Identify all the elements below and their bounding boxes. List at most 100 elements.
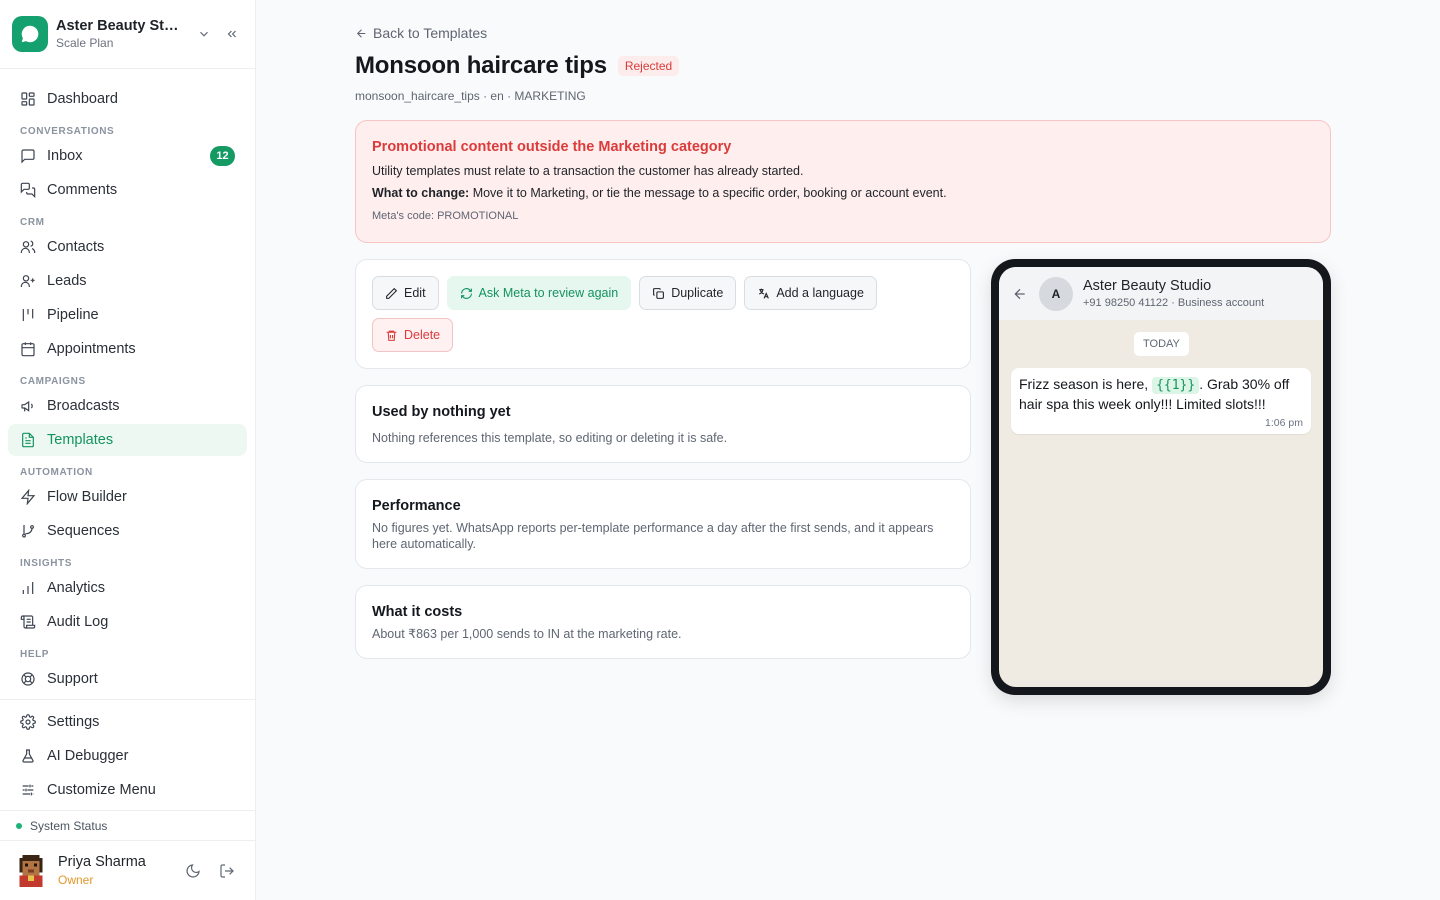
phone-screen: A Aster Beauty Studio +91 98250 41122 · … (999, 267, 1323, 687)
nav-item-pipeline[interactable]: Pipeline (8, 299, 247, 331)
usage-text: Nothing references this template, so edi… (372, 431, 728, 445)
chevron-down-icon[interactable] (193, 23, 215, 45)
life-buoy-icon (20, 671, 36, 687)
performance-card: Performance No figures yet. WhatsApp rep… (355, 479, 971, 569)
nav-section-automation: AUTOMATION (20, 467, 93, 478)
main-content: Back to Templates Monsoon haircare tips … (256, 0, 1440, 900)
usage-card: Used by nothing yet Nothing references t… (355, 385, 971, 463)
performance-title: Performance (372, 498, 461, 514)
nav-item-appointments[interactable]: Appointments (8, 333, 247, 365)
translate-icon (759, 288, 770, 299)
nav-item-templates[interactable]: Templates (8, 424, 247, 456)
nav-item-contacts[interactable]: Contacts (8, 231, 247, 263)
nav-item-leads[interactable]: Leads (8, 265, 247, 297)
nav-item-ai-debugger[interactable]: AI Debugger (8, 740, 247, 772)
inbox-icon (20, 148, 36, 164)
day-chip: TODAY (1134, 332, 1189, 356)
arrow-left-icon (356, 28, 366, 38)
nav-item-settings[interactable]: Settings (8, 706, 247, 738)
nav-item-flow-builder[interactable]: Flow Builder (8, 481, 247, 513)
nav-item-inbox[interactable]: Inbox 12 (8, 140, 247, 172)
nav-item-sequences[interactable]: Sequences (8, 515, 247, 547)
nav-label: Flow Builder (47, 489, 127, 505)
zap-icon (20, 489, 36, 505)
message-variable: {{1}} (1152, 377, 1200, 394)
copy-icon (653, 287, 665, 299)
nav-section-crm: CRM (20, 217, 45, 228)
avatar[interactable] (16, 854, 46, 887)
git-branch-icon (20, 523, 36, 539)
nav-item-dashboard[interactable]: Dashboard (8, 83, 247, 115)
back-to-templates-link[interactable]: Back to Templates (355, 25, 487, 41)
edit-label: Edit (404, 286, 426, 300)
nav-item-broadcasts[interactable]: Broadcasts (8, 390, 247, 422)
nav-section-campaigns: CAMPAIGNS (20, 376, 86, 387)
user-name: Priya Sharma (58, 854, 146, 870)
contacts-icon (20, 239, 36, 255)
nav-label: Templates (47, 432, 114, 448)
nav-bottom: Settings AI Debugger Customize Menu (0, 699, 255, 810)
nav-label: Dashboard (47, 91, 118, 107)
duplicate-button[interactable]: Duplicate (639, 276, 737, 310)
phone-preview: A Aster Beauty Studio +91 98250 41122 · … (991, 259, 1331, 695)
nav-label: Analytics (47, 580, 106, 596)
nav-item-analytics[interactable]: Analytics (8, 572, 247, 604)
workspace-plan: Scale Plan (56, 36, 114, 50)
nav-section-conversations: CONVERSATIONS (20, 126, 115, 137)
nav-label: Inbox (47, 148, 83, 164)
inbox-count-badge: 12 (210, 146, 235, 166)
collapse-sidebar-icon[interactable] (221, 23, 243, 45)
nav-label: Broadcasts (47, 398, 120, 414)
review-again-button[interactable]: Ask Meta to review again (446, 276, 632, 310)
nav-label: Pipeline (47, 307, 99, 323)
alert-change-text: Move it to Marketing, or tie the message… (469, 186, 947, 200)
scroll-icon (20, 614, 36, 630)
gear-icon (20, 714, 36, 730)
theme-toggle-moon-icon[interactable] (181, 859, 205, 883)
nav-label: Customize Menu (47, 782, 156, 798)
workspace-switcher[interactable]: Aster Beauty Stu... Scale Plan (0, 0, 255, 69)
refresh-icon (460, 287, 472, 299)
message-before: Frizz season is here, (1019, 376, 1153, 392)
review-label: Ask Meta to review again (478, 286, 619, 300)
nav-item-audit-log[interactable]: Audit Log (8, 606, 247, 638)
nav-item-comments[interactable]: Comments (8, 174, 247, 206)
message-bubble: Frizz season is here, {{1}}. Grab 30% of… (1011, 368, 1311, 434)
megaphone-icon (20, 398, 36, 414)
sliders-icon (20, 782, 36, 798)
message-text: Frizz season is here, {{1}}. Grab 30% of… (1019, 375, 1303, 414)
chat-avatar: A (1039, 276, 1073, 311)
nav-label: Sequences (47, 523, 120, 539)
user-profile: Priya Sharma Owner (0, 840, 255, 900)
alert-title: Promotional content outside the Marketin… (372, 139, 732, 155)
nav-label: Appointments (47, 341, 136, 357)
performance-text: No figures yet. WhatsApp reports per-tem… (372, 521, 934, 551)
alert-body: Utility templates must relate to a trans… (372, 164, 804, 178)
edit-button[interactable]: Edit (372, 276, 439, 310)
status-dot-icon (16, 822, 22, 829)
workspace-logo-icon (12, 16, 48, 52)
nav-item-customize-menu[interactable]: Customize Menu (8, 774, 247, 806)
dashboard-icon (20, 91, 36, 107)
nav-label: Settings (47, 714, 100, 730)
delete-button[interactable]: Delete (372, 318, 454, 352)
add-language-button[interactable]: Add a language (744, 276, 877, 310)
nav-item-support[interactable]: Support (8, 663, 247, 695)
pencil-icon (386, 287, 398, 299)
rejection-alert: Promotional content outside the Marketin… (355, 120, 1331, 243)
nav-section-help: HELP (20, 649, 50, 660)
nav-label: Contacts (47, 239, 105, 255)
file-text-icon (20, 432, 36, 448)
duplicate-label: Duplicate (671, 286, 724, 300)
add-language-label: Add a language (776, 286, 864, 300)
template-meta: monsoon_haircare_tips · en · MARKETING (355, 89, 586, 103)
trash-icon (386, 330, 397, 341)
nav-section-insights: INSIGHTS (20, 558, 73, 569)
logout-icon[interactable] (215, 859, 239, 883)
system-status-label: System Status (30, 818, 108, 833)
delete-label: Delete (404, 328, 441, 342)
comments-icon (20, 182, 36, 198)
bar-chart-icon (20, 580, 36, 596)
system-status[interactable]: System Status (0, 810, 255, 840)
arrow-left-icon[interactable] (1009, 283, 1031, 305)
